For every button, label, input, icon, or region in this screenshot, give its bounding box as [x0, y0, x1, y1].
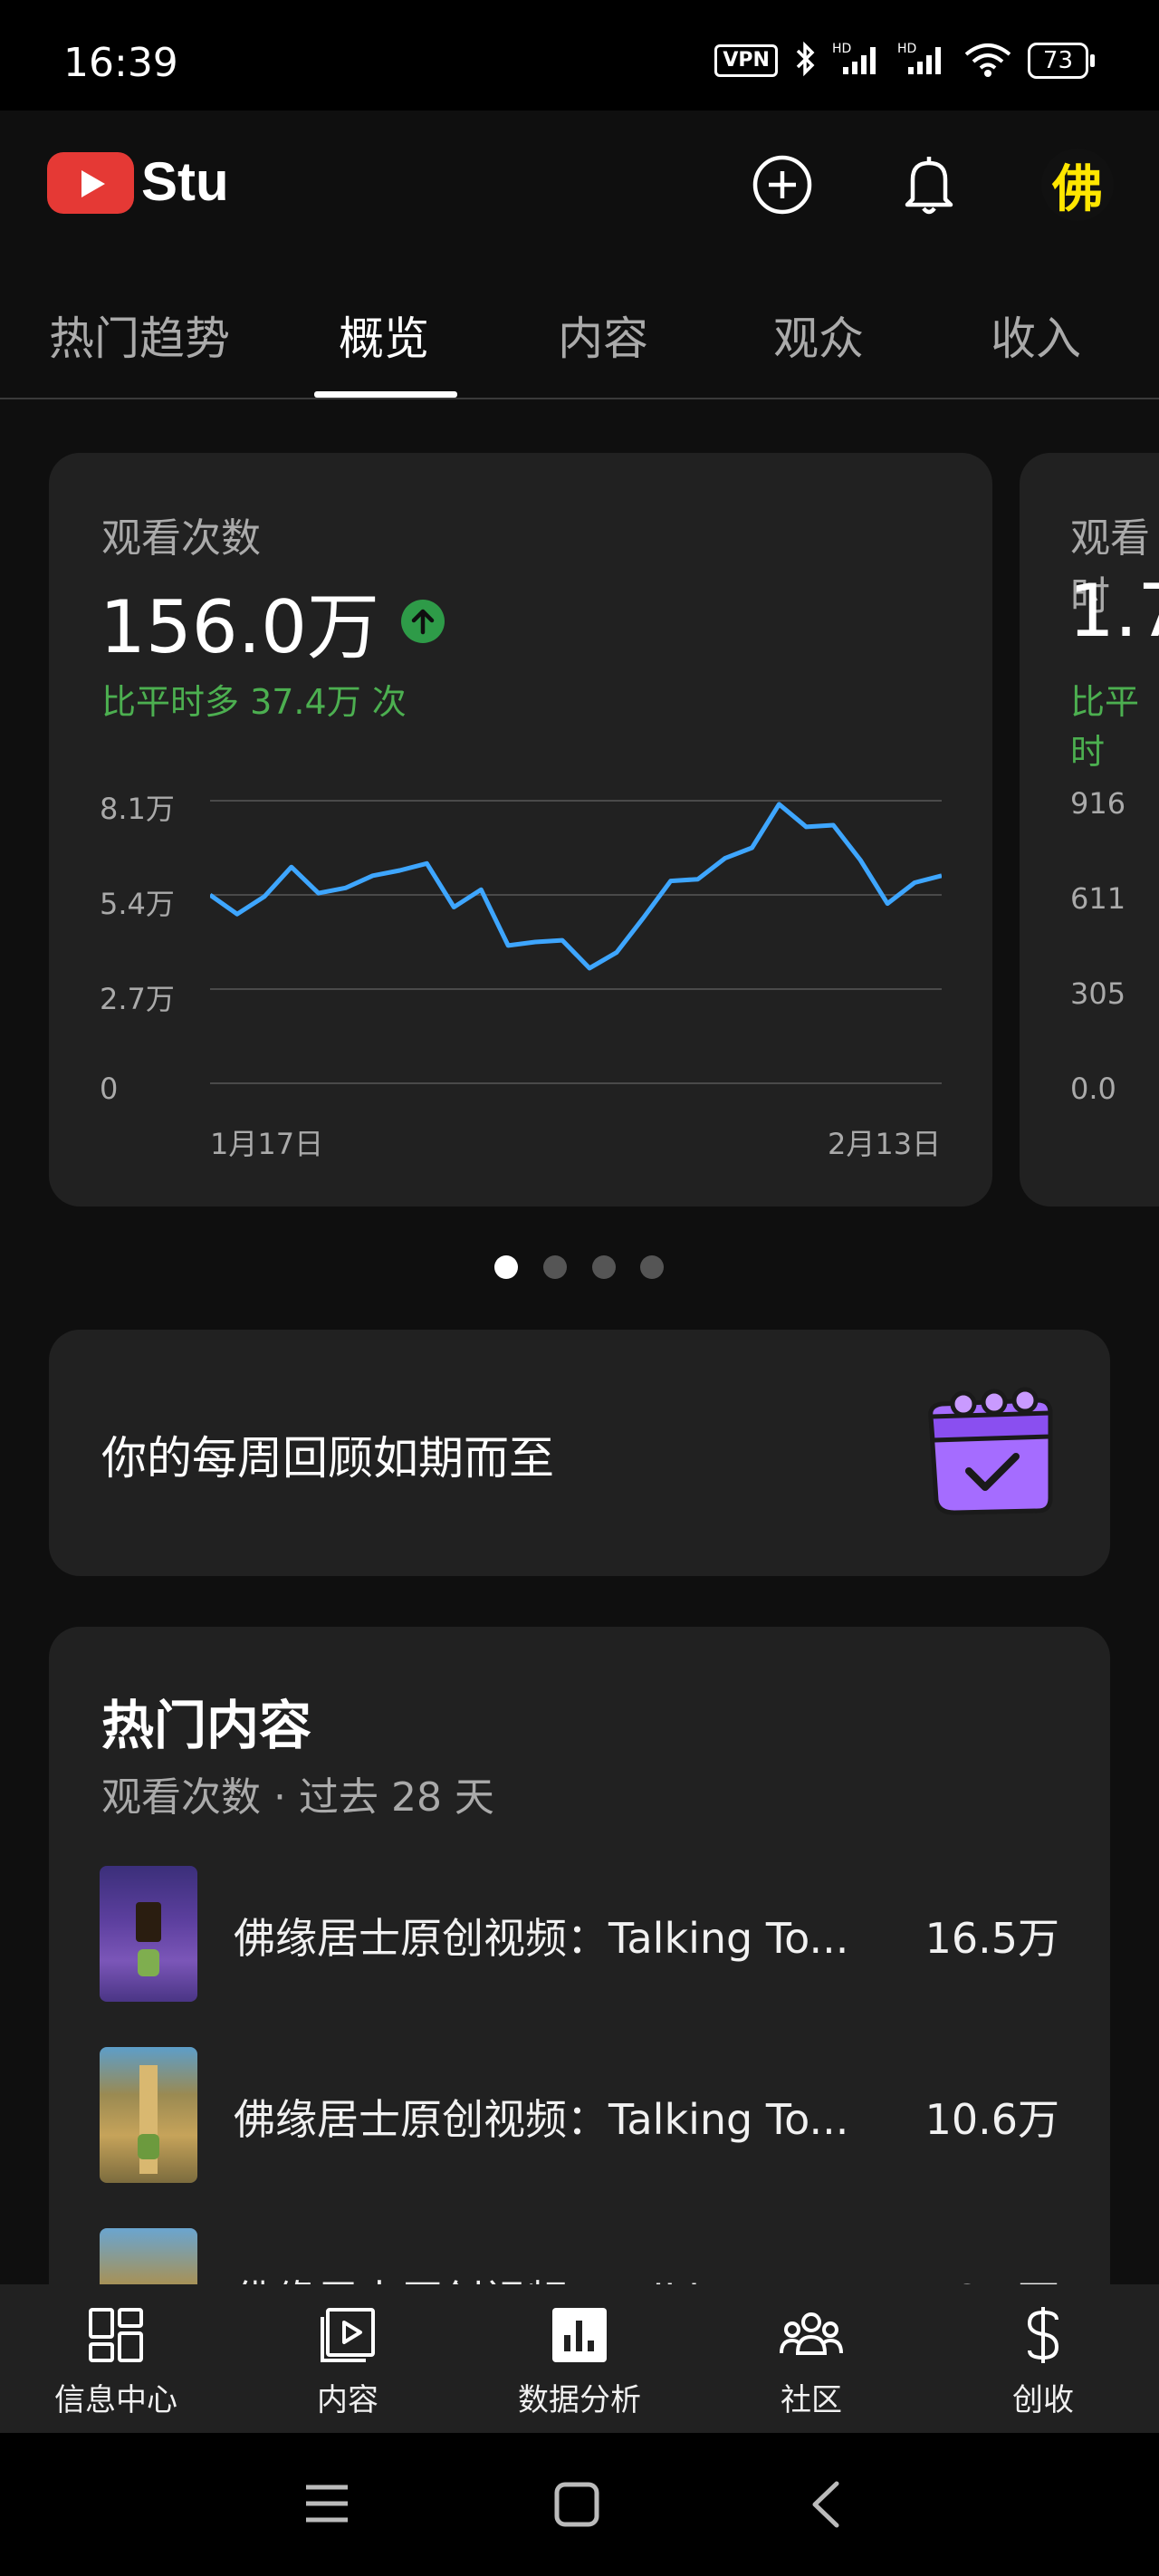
y-tick-label: 916	[1070, 786, 1126, 821]
nav-label: 社区	[781, 2382, 842, 2418]
y-tick-label: 2.7万	[100, 982, 175, 1016]
y-tick-label: 305	[1070, 976, 1126, 1011]
wifi-icon	[963, 40, 1013, 82]
video-title: 佛缘居士原创视频：Talking To...	[234, 2095, 849, 2144]
back-icon[interactable]	[806, 2478, 846, 2534]
signal-icon: HD	[897, 40, 948, 82]
tab-content[interactable]: 内容	[558, 303, 648, 368]
video-thumbnail	[100, 2047, 197, 2183]
studio-logo-text: Stu	[141, 151, 229, 212]
tab-audience[interactable]: 观众	[773, 303, 864, 368]
nav-label: 创收	[1012, 2382, 1074, 2418]
home-icon[interactable]	[552, 2480, 601, 2533]
nav-earn[interactable]: 创收	[953, 2301, 1134, 2418]
tab-overview[interactable]: 概览	[339, 303, 429, 368]
video-title: 佛缘居士原创视频：Talking To...	[234, 1914, 849, 1963]
analytics-icon	[489, 2301, 670, 2369]
top-content-title: 热门内容	[101, 1695, 312, 1756]
bell-icon[interactable]	[893, 149, 965, 221]
pager-dot[interactable]	[640, 1255, 664, 1279]
nav-label: 信息中心	[54, 2382, 177, 2418]
metric-value-row: 156.0万	[100, 569, 445, 674]
svg-text:HD: HD	[832, 42, 851, 56]
top-content-subtitle: 观看次数 · 过去 28 天	[101, 1774, 494, 1821]
y-tick-label: 8.1万	[100, 792, 175, 826]
nav-analytics[interactable]: 数据分析	[489, 2301, 670, 2418]
svg-text:HD: HD	[897, 42, 916, 56]
youtube-logo-icon	[47, 152, 134, 214]
bluetooth-icon	[792, 40, 818, 82]
earn-dollar-icon	[953, 2301, 1134, 2369]
pager-dot[interactable]	[494, 1255, 518, 1279]
tabs-divider	[0, 398, 1159, 399]
y-tick-label: 611	[1070, 881, 1126, 916]
y-tick-label: 5.4万	[100, 887, 175, 921]
metric-value: 1.7	[1068, 569, 1159, 653]
metric-delta: 比平时	[1070, 682, 1140, 772]
nav-community[interactable]: 社区	[721, 2301, 902, 2418]
video-views: 16.5万	[924, 1914, 1059, 1963]
metric-value: 156.0万	[100, 585, 380, 669]
vpn-icon: VPN	[714, 44, 778, 77]
status-time: 16:39	[63, 40, 178, 86]
calendar-check-icon	[918, 1380, 1058, 1523]
metric-delta: 比平时多 37.4万 次	[101, 682, 407, 722]
nav-dashboard[interactable]: 信息中心	[25, 2301, 206, 2418]
nav-content[interactable]: 内容	[257, 2301, 438, 2418]
status-icons: VPN HD HD 73	[714, 40, 1096, 82]
video-thumbnail	[100, 1866, 197, 2002]
series-line	[210, 802, 942, 971]
menu-icon[interactable]	[302, 2478, 351, 2533]
list-item[interactable]: 佛缘居士原创视频：Talking To... 10.6万	[100, 2047, 1059, 2183]
x-tick-label: 2月13日	[828, 1127, 942, 1161]
tab-indicator	[314, 391, 457, 398]
video-views: 10.6万	[924, 2095, 1059, 2144]
y-tick-label: 0	[100, 1072, 119, 1106]
create-plus-icon[interactable]	[746, 149, 819, 221]
views-line-chart	[210, 800, 942, 1084]
battery-icon: 73	[1027, 43, 1096, 79]
signal-icon: HD	[832, 40, 883, 82]
nav-label: 数据分析	[518, 2382, 641, 2418]
pager-dot[interactable]	[543, 1255, 567, 1279]
y-tick-label: 0.0	[1070, 1072, 1116, 1106]
avatar[interactable]: 佛	[1041, 149, 1114, 221]
nav-label: 内容	[317, 2382, 378, 2418]
weekly-recap-text: 你的每周回顾如期而至	[101, 1432, 554, 1485]
dashboard-icon	[25, 2301, 206, 2369]
tab-revenue[interactable]: 收入	[991, 303, 1081, 368]
tab-bar: 热门趋势 概览 内容 观众 收入	[0, 272, 1159, 399]
tab-trending[interactable]: 热门趋势	[49, 303, 230, 368]
metric-label: 观看次数	[101, 515, 261, 562]
pager-dot[interactable]	[592, 1255, 616, 1279]
arrow-up-icon	[401, 600, 445, 643]
list-item[interactable]: 佛缘居士原创视频：Talking To... 16.5万	[100, 1866, 1059, 2002]
community-icon	[721, 2301, 902, 2369]
x-tick-label: 1月17日	[210, 1127, 324, 1161]
content-icon	[257, 2301, 438, 2369]
